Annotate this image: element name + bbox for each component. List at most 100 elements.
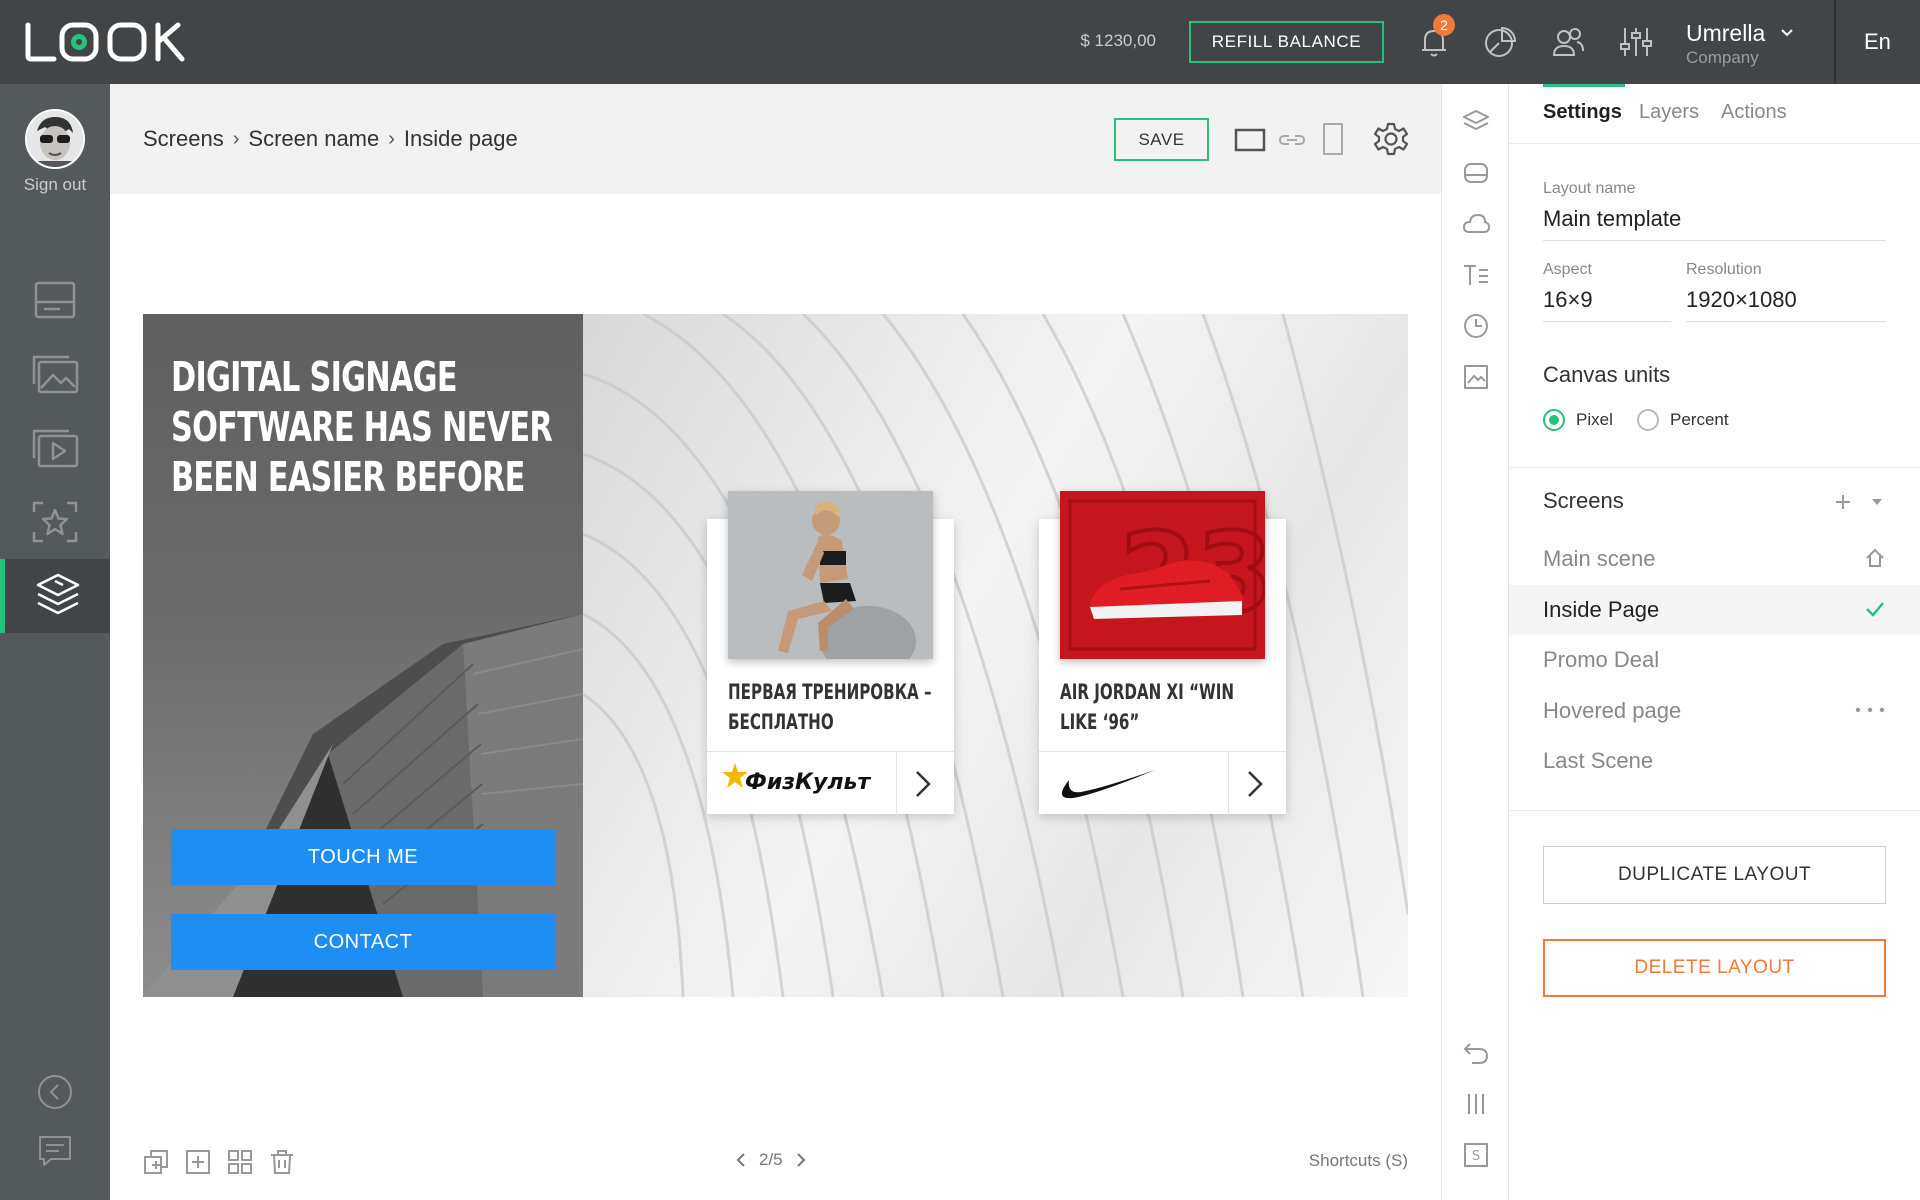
resolution-label: Resolution	[1686, 261, 1762, 278]
delete-layout-button[interactable]: DELETE LAYOUT	[1543, 939, 1886, 997]
sliders-icon[interactable]	[1614, 20, 1658, 64]
portrait-orientation-icon[interactable]	[1322, 122, 1344, 156]
chevron-down-icon[interactable]	[1780, 28, 1794, 38]
tool-strip: S	[1441, 84, 1509, 1200]
company-subtitle: Company	[1686, 48, 1759, 67]
panel-divider	[1509, 467, 1920, 468]
avatar-image	[27, 111, 83, 167]
grid-icon[interactable]	[226, 1148, 254, 1176]
chevron-left-icon[interactable]	[735, 1152, 747, 1168]
screen-item-last-scene[interactable]: Last Scene	[1509, 736, 1920, 786]
touch-me-button[interactable]: TOUCH ME	[171, 829, 555, 885]
image-tool-icon[interactable]	[1462, 363, 1490, 391]
screen-item-inside-page[interactable]: Inside Page	[1509, 585, 1920, 635]
add-screen-icon[interactable]	[1834, 493, 1852, 511]
sidebar-item-gallery[interactable]	[0, 337, 110, 411]
unit-pixel-radio[interactable]: Pixel	[1543, 409, 1613, 431]
sidebar-item-screens[interactable]	[0, 263, 110, 337]
clock-icon[interactable]	[1462, 312, 1490, 340]
contact-button[interactable]: CONTACT	[171, 914, 555, 970]
layers-icon	[36, 573, 79, 615]
tab-actions[interactable]: Actions	[1721, 101, 1787, 124]
canvas-left-panel[interactable]: DIGITAL SIGNAGE SOFTWARE HAS NEVER BEEN …	[143, 314, 583, 997]
canvas-right-panel[interactable]: ПЕРВАЯ ТРЕНИРОВКА – БЕСПЛАТНО ФизКульт A…	[583, 314, 1408, 997]
breadcrumb-screen-name[interactable]: Screen name	[248, 126, 379, 152]
screen-item-promo-deal[interactable]: Promo Deal	[1509, 635, 1920, 685]
breadcrumb: Screens › Screen name › Inside page	[143, 126, 518, 152]
promo-card-sneaker[interactable]: 23 AIR JORDAN XI “WIN LIKE ‘96”	[1039, 491, 1286, 815]
card-title-line: LIKE ‘96”	[1060, 710, 1140, 734]
unit-percent-radio[interactable]: Percent	[1637, 409, 1729, 431]
home-icon[interactable]	[1864, 547, 1886, 569]
duplicate-icon[interactable]	[142, 1148, 170, 1176]
analytics-pie-icon[interactable]	[1478, 20, 1522, 64]
users-icon[interactable]	[1546, 20, 1590, 64]
screen-item-hovered-page[interactable]: Hovered page	[1509, 686, 1920, 736]
promo-card-fitness[interactable]: ПЕРВАЯ ТРЕНИРОВКА – БЕСПЛАТНО ФизКульт	[707, 491, 954, 815]
screens-title: Screens	[1543, 488, 1624, 513]
text-tool-icon[interactable]	[1462, 261, 1490, 289]
trash-icon[interactable]	[268, 1148, 296, 1176]
layout-name-field[interactable]: Main template	[1543, 206, 1886, 241]
refill-balance-button[interactable]: REFILL BALANCE	[1189, 21, 1384, 63]
breadcrumb-separator-icon: ›	[388, 127, 395, 150]
layout-canvas[interactable]: DIGITAL SIGNAGE SOFTWARE HAS NEVER BEEN …	[143, 314, 1408, 997]
shortcuts-key-icon[interactable]: S	[1462, 1141, 1490, 1169]
headline-line-1: DIGITAL SIGNAGE	[171, 353, 458, 401]
active-tab-indicator	[1543, 84, 1625, 87]
breadcrumb-separator-icon: ›	[232, 127, 240, 150]
language-switcher[interactable]: En	[1864, 29, 1891, 55]
sign-out-link[interactable]: Sign out	[0, 175, 110, 195]
screens-icon	[34, 281, 76, 319]
cloud-icon[interactable]	[1462, 210, 1490, 238]
radio-selected-icon	[1543, 409, 1565, 431]
sidebar-item-video[interactable]	[0, 411, 110, 485]
topbar-divider	[1834, 0, 1836, 84]
card-title-line: ПЕРВАЯ ТРЕНИРОВКА –	[728, 680, 932, 704]
chevron-right-icon[interactable]	[795, 1152, 807, 1168]
screen-item-label: Promo Deal	[1543, 647, 1660, 672]
save-button[interactable]: SAVE	[1114, 118, 1209, 161]
screen-item-label: Inside Page	[1543, 597, 1660, 622]
avatar[interactable]	[25, 109, 85, 169]
tab-settings[interactable]: Settings	[1543, 101, 1622, 124]
card-title: ПЕРВАЯ ТРЕНИРОВКА – БЕСПЛАТНО	[728, 677, 932, 737]
card-footer-divider	[896, 752, 897, 815]
balance-amount: $ 1230,00	[1080, 31, 1156, 50]
screen-item-main-scene[interactable]: Main scene	[1509, 534, 1920, 584]
chevron-right-icon[interactable]	[913, 770, 933, 798]
shape-tool-icon[interactable]	[1462, 159, 1490, 187]
undo-icon[interactable]	[1462, 1039, 1490, 1067]
sidebar-item-favorites[interactable]	[0, 485, 110, 559]
link-icon[interactable]	[1278, 130, 1306, 150]
sidebar-item-layouts[interactable]	[0, 559, 110, 633]
canvas-headline: DIGITAL SIGNAGE SOFTWARE HAS NEVER BEEN …	[171, 352, 553, 502]
look-logo[interactable]	[24, 22, 194, 62]
gear-icon[interactable]	[1373, 121, 1409, 157]
headline-line-2: SOFTWARE HAS NEVER	[171, 403, 553, 451]
fitness-photo	[728, 491, 933, 659]
settings-panel: Settings Layers Actions Layout name Main…	[1509, 84, 1920, 1200]
screen-item-label: Last Scene	[1543, 748, 1654, 773]
chat-icon[interactable]	[35, 1131, 75, 1171]
checkmark-icon	[1866, 602, 1884, 617]
caret-down-icon[interactable]	[1870, 497, 1884, 507]
layers-tool-icon[interactable]	[1462, 108, 1490, 136]
radio-unselected-icon	[1637, 409, 1659, 431]
tab-layers[interactable]: Layers	[1639, 101, 1699, 124]
headline-line-3: BEEN EASIER BEFORE	[171, 453, 525, 501]
chevron-right-icon[interactable]	[1245, 770, 1265, 798]
aspect-field[interactable]: 16×9	[1543, 287, 1671, 322]
video-icon	[32, 429, 79, 468]
duplicate-layout-button[interactable]: DUPLICATE LAYOUT	[1543, 846, 1886, 904]
breadcrumb-screens[interactable]: Screens	[143, 126, 224, 152]
more-options-icon[interactable]	[1854, 699, 1886, 721]
sneaker-photo: 23	[1060, 491, 1265, 659]
columns-icon[interactable]	[1462, 1090, 1490, 1118]
resolution-field[interactable]: 1920×1080	[1686, 287, 1886, 322]
add-icon[interactable]	[184, 1148, 212, 1176]
collapse-sidebar-icon[interactable]	[35, 1072, 75, 1112]
landscape-orientation-icon[interactable]	[1234, 128, 1266, 152]
shortcuts-link[interactable]: Shortcuts (S)	[1290, 1151, 1408, 1171]
panel-divider	[1509, 810, 1920, 811]
